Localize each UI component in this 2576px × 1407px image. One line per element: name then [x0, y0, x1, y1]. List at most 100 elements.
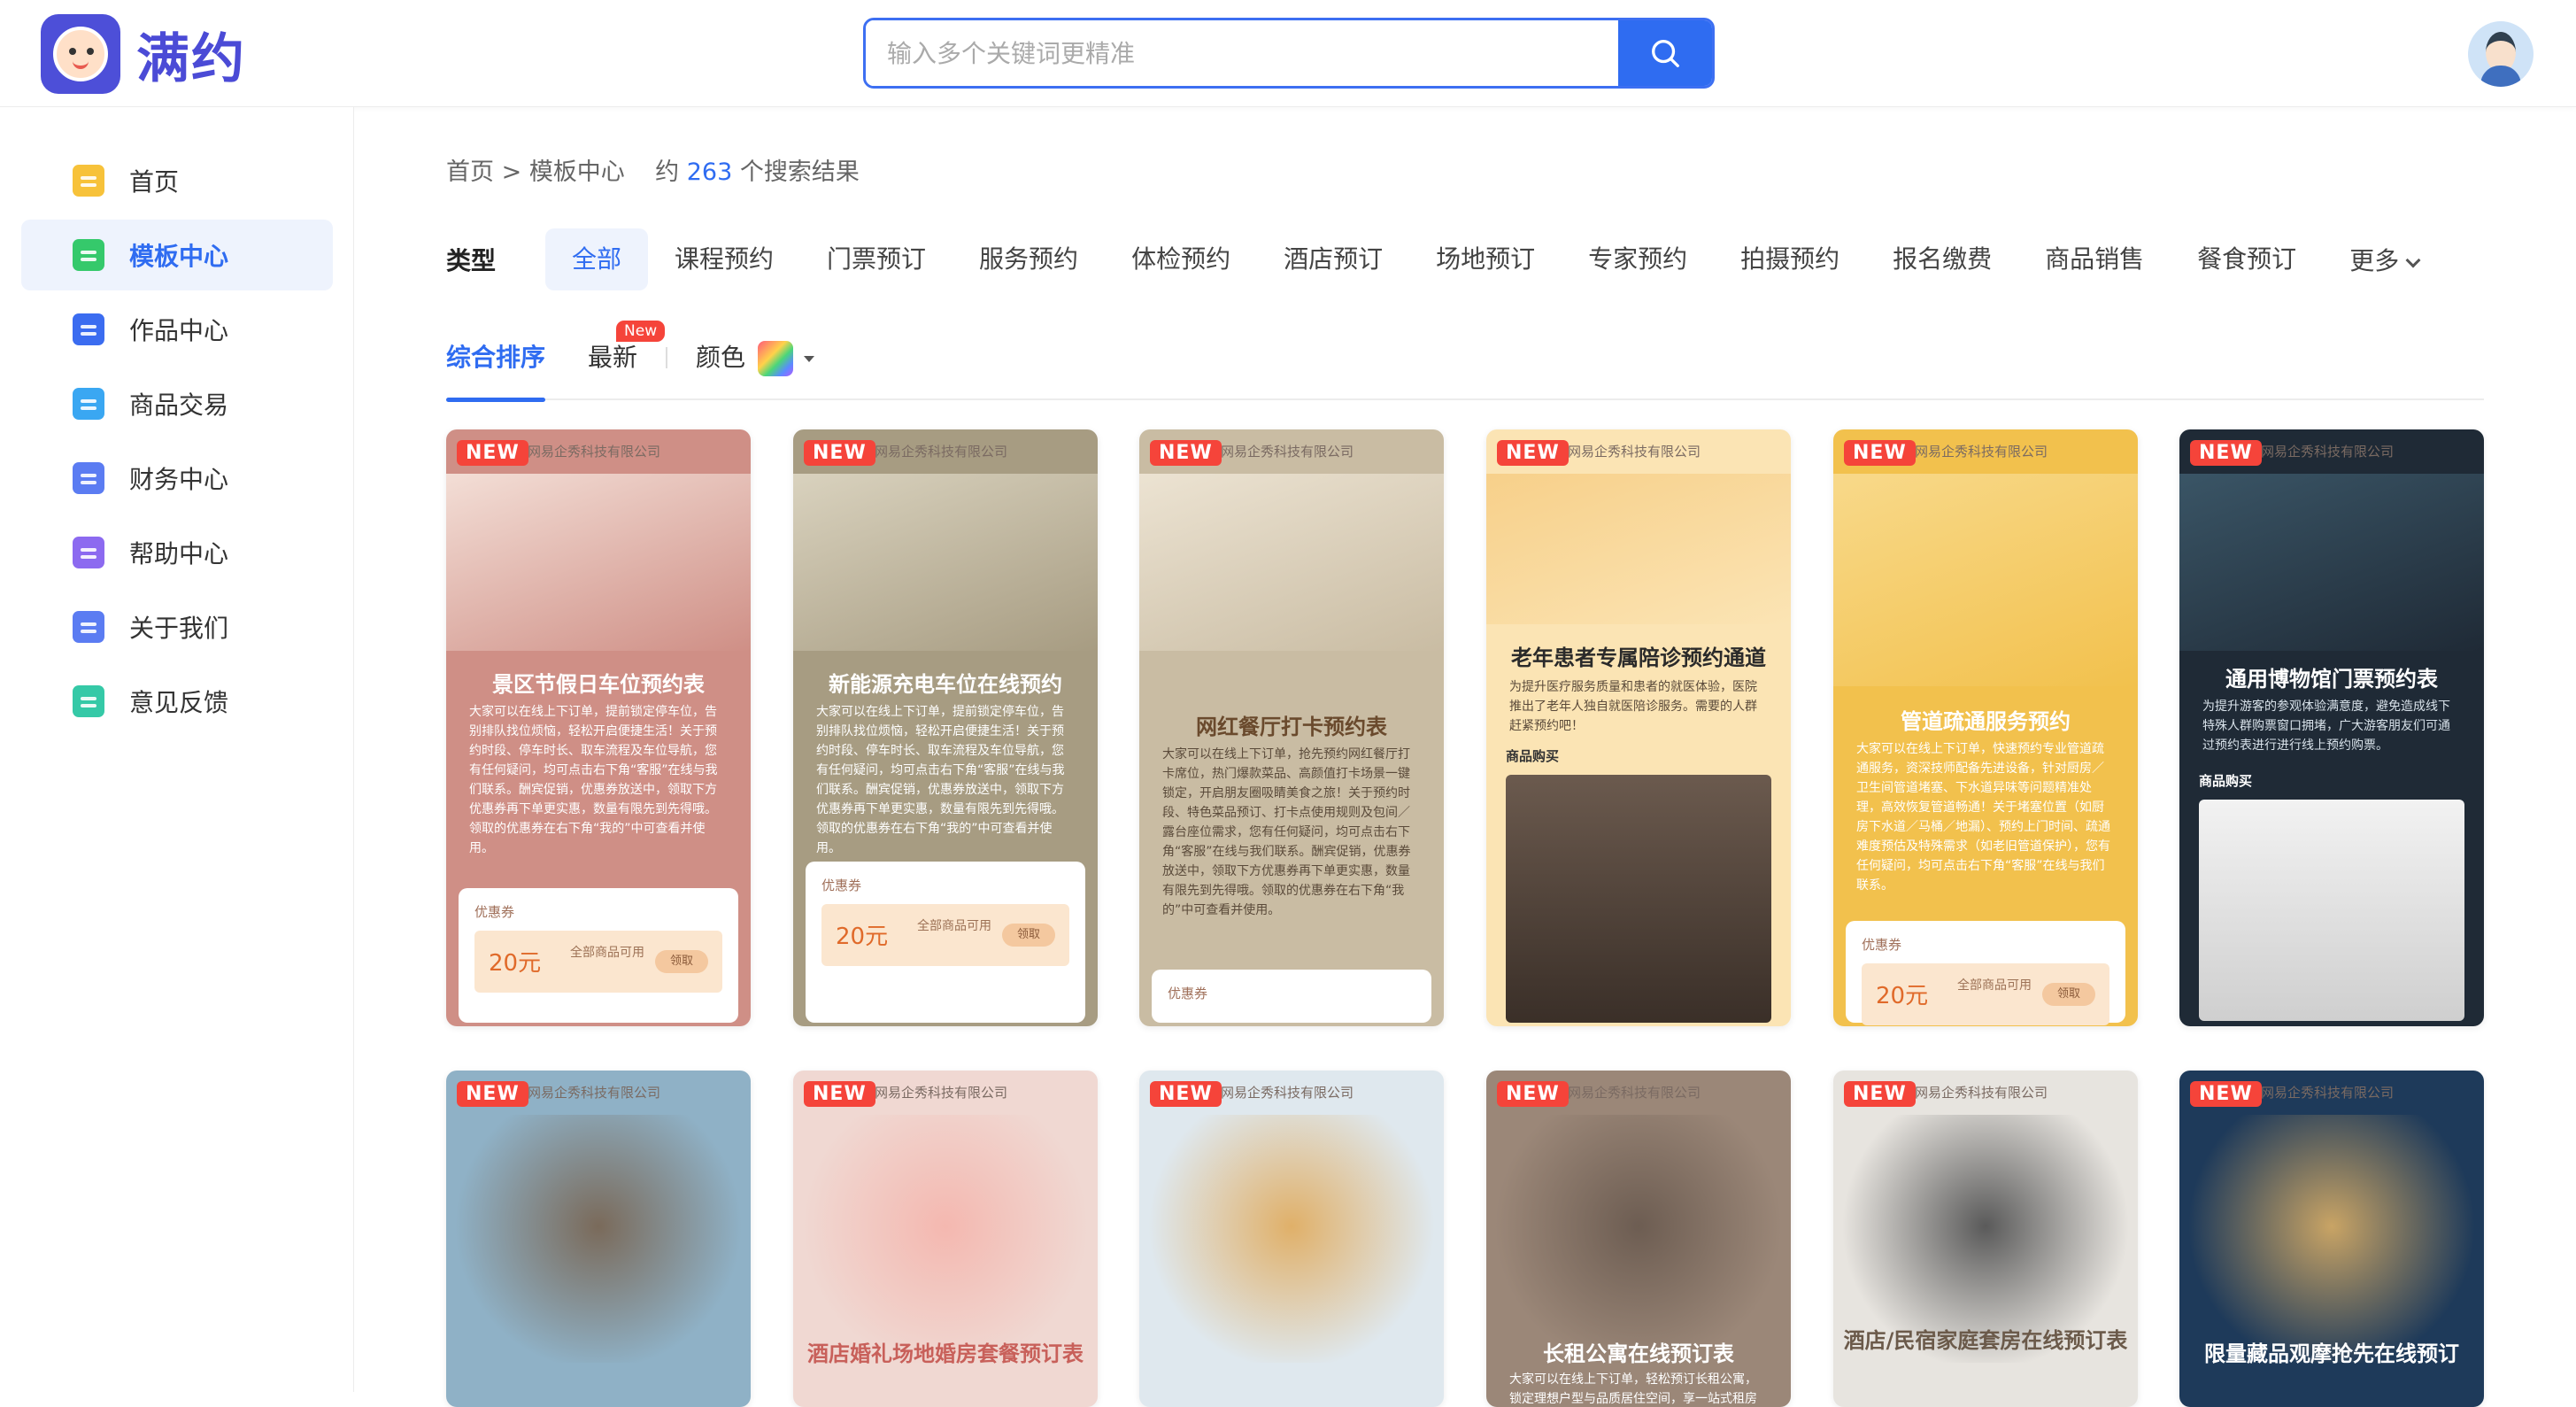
- sort-comprehensive[interactable]: 综合排序: [446, 333, 546, 402]
- caret-down-icon: [804, 355, 815, 362]
- card-cover-image: [2179, 474, 2484, 651]
- sidebar-item[interactable]: 商品交易: [21, 368, 333, 439]
- sidebar-item[interactable]: 意见反馈: [21, 666, 333, 737]
- sidebar-item[interactable]: 首页: [21, 145, 333, 216]
- coupon-panel: 优惠券 20元 全部商品可用 领取: [1846, 921, 2125, 1025]
- divider: [666, 347, 668, 368]
- template-card[interactable]: NEW 网易企秀科技有限公司 景区节假日车位预约表 大家可以在线上下订单，提前锁定停车…: [446, 429, 751, 1026]
- coupon-ticket[interactable]: 20元 全部商品可用 领取: [821, 904, 1069, 966]
- template-card[interactable]: NEW 网易企秀科技有限公司 酒店婚礼场地婚房套餐预订表: [793, 1071, 1098, 1407]
- coupon-label: 优惠券: [821, 877, 862, 893]
- new-badge: NEW: [457, 1081, 528, 1107]
- sidebar-item[interactable]: 帮助中心: [21, 517, 333, 588]
- sidebar-item-label: 模板中心: [129, 242, 229, 271]
- card-title: 限量藏品观摩抢先在线预订: [2204, 1341, 2459, 1366]
- new-badge: NEW: [2190, 440, 2262, 466]
- sidebar-item-label: 首页: [129, 167, 180, 197]
- logo-mascot-icon: [41, 14, 120, 94]
- coupon-label: 优惠券: [1168, 986, 1208, 1001]
- card-company: 网易企秀科技有限公司: [1915, 1085, 2048, 1101]
- template-card[interactable]: NEW 网易企秀科技有限公司 长租公寓在线预订表 大家可以在线上下订单，轻松预订长租公…: [1486, 1071, 1791, 1407]
- type-filter-option[interactable]: 商品销售: [2018, 228, 2171, 290]
- type-filter-option[interactable]: 专家预约: [1562, 228, 1714, 290]
- template-card[interactable]: NEW 网易企秀科技有限公司 老年患者专属陪诊预约通道 为提升医疗服务质量和患者的就医…: [1486, 429, 1791, 1026]
- card-cover-image: [793, 1115, 1098, 1363]
- template-card[interactable]: NEW 网易企秀科技有限公司 管道疏通服务预约 大家可以在线上下订单，快速预约专业管道…: [1833, 429, 2138, 1026]
- type-filter-option[interactable]: 体检预约: [1105, 228, 1257, 290]
- card-title: 网红餐厅打卡预约表: [1196, 715, 1387, 739]
- card-title: 通用博物馆门票预约表: [2225, 667, 2438, 692]
- template-card[interactable]: NEW 网易企秀科技有限公司 限量藏品观摩抢先在线预订: [2179, 1071, 2484, 1407]
- coupon-claim-button[interactable]: 领取: [2042, 983, 2095, 1006]
- type-filter-option[interactable]: 拍摄预约: [1714, 228, 1866, 290]
- card-cover-image: [446, 474, 751, 651]
- feedback-icon: [73, 685, 104, 717]
- type-filter-option[interactable]: 餐食预订: [2171, 228, 2323, 290]
- coupon-value: 20元: [1876, 983, 1929, 1009]
- breadcrumb-separator: >: [501, 158, 522, 186]
- app-logo[interactable]: 满约: [41, 14, 246, 94]
- coupon-ticket[interactable]: 20元 全部商品可用 领取: [474, 931, 722, 993]
- template-card[interactable]: NEW 网易企秀科技有限公司 新能源充电车位在线预约 大家可以在线上下订单，提前锁定停…: [793, 429, 1098, 1026]
- template-card[interactable]: NEW 网易企秀科技有限公司 网红餐厅打卡预约表 大家可以在线上下订单，抢先预约网红餐…: [1139, 429, 1444, 1026]
- sidebar-item[interactable]: 模板中心: [21, 220, 333, 290]
- color-filter-label: 颜色: [696, 343, 746, 372]
- book-icon: [73, 537, 104, 568]
- template-card[interactable]: NEW 网易企秀科技有限公司: [446, 1071, 751, 1407]
- sidebar-item-label: 关于我们: [129, 614, 229, 643]
- type-filter-option[interactable]: 课程预约: [648, 228, 800, 290]
- type-filter-option[interactable]: 服务预约: [953, 228, 1105, 290]
- sort-latest[interactable]: 最新 New: [588, 321, 666, 400]
- coupon-ticket[interactable]: 20元 全部商品可用 领取: [1862, 963, 2109, 1025]
- coupon-claim-button[interactable]: 领取: [655, 950, 708, 973]
- search-input[interactable]: [866, 20, 1618, 86]
- sidebar-item-label: 商品交易: [129, 390, 229, 420]
- coupon-scope: 全部商品可用: [570, 946, 644, 960]
- template-card[interactable]: NEW 网易企秀科技有限公司通用博物馆门票预约表为提升游客的参观体验满意度，避免造…: [2179, 429, 2484, 1026]
- card-cover-image: [1486, 474, 1791, 624]
- sidebar-item[interactable]: 关于我们: [21, 591, 333, 662]
- type-filter-option[interactable]: 门票预订: [800, 228, 953, 290]
- more-types-button[interactable]: 更多: [2323, 242, 2421, 277]
- sidebar-item[interactable]: 财务中心: [21, 443, 333, 514]
- new-badge: NEW: [1844, 440, 1916, 466]
- search-button[interactable]: [1618, 20, 1712, 86]
- color-swatch-icon: [758, 341, 794, 376]
- card-cover-image: [1139, 1115, 1444, 1363]
- breadcrumb: 首页 > 模板中心 约 263 个搜索结果: [446, 152, 860, 187]
- sidebar-item-label: 意见反馈: [129, 688, 229, 717]
- new-badge: NEW: [2190, 1081, 2262, 1107]
- goods-label: 商品购买: [1506, 748, 1560, 764]
- card-title: 新能源充电车位在线预约: [829, 672, 1062, 697]
- result-suffix: 个搜索结果: [739, 158, 860, 186]
- card-title: 景区节假日车位预约表: [492, 672, 705, 697]
- type-filter-option[interactable]: 报名缴费: [1866, 228, 2018, 290]
- card-company: 网易企秀科技有限公司: [2261, 444, 2395, 460]
- card-description: 为提升游客的参观体验满意度，避免造成线下特殊人群购票窗口拥堵，广大游客朋友们可通…: [2202, 700, 2450, 753]
- template-card[interactable]: NEW 网易企秀科技有限公司 酒店/民宿家庭套房在线预订表: [1833, 1071, 2138, 1407]
- shopping-bag-icon: [73, 388, 104, 420]
- new-badge: NEW: [1497, 440, 1569, 466]
- sidebar-item[interactable]: 作品中心: [21, 294, 333, 365]
- sort-latest-label: 最新: [588, 343, 638, 372]
- breadcrumb-home[interactable]: 首页: [446, 158, 494, 186]
- coupon-claim-button[interactable]: 领取: [1002, 924, 1055, 947]
- new-badge: New: [616, 321, 666, 342]
- user-avatar[interactable]: [2468, 21, 2534, 87]
- coupon-value: 20元: [836, 924, 889, 950]
- card-description: 大家可以在线上下订单，提前锁定停车位，告别排队找位烦恼，轻松开启便捷生活！关于预…: [469, 705, 718, 855]
- goods-image: [2199, 800, 2464, 1021]
- card-cover-image: [1833, 474, 2138, 686]
- card-description: 大家可以在线上下订单，快速预约专业管道疏通服务，资深技师配备先进设备，针对厨房／…: [1856, 742, 2110, 893]
- sidebar-item-label: 作品中心: [129, 316, 229, 345]
- type-filter-option[interactable]: 酒店预订: [1257, 228, 1409, 290]
- more-types-label: 更多: [2349, 246, 2400, 275]
- sort-bar: 综合排序 最新 New 颜色: [446, 321, 2484, 402]
- type-filter-option[interactable]: 场地预订: [1409, 228, 1562, 290]
- color-filter[interactable]: 颜色: [696, 333, 815, 400]
- template-card[interactable]: NEW 网易企秀科技有限公司: [1139, 1071, 1444, 1407]
- type-filter-option[interactable]: 全部: [545, 228, 649, 290]
- card-cover-image: [1486, 1115, 1791, 1363]
- card-title: 老年患者专属陪诊预约通道: [1511, 646, 1766, 670]
- card-title: 酒店/民宿家庭套房在线预订表: [1843, 1328, 2128, 1353]
